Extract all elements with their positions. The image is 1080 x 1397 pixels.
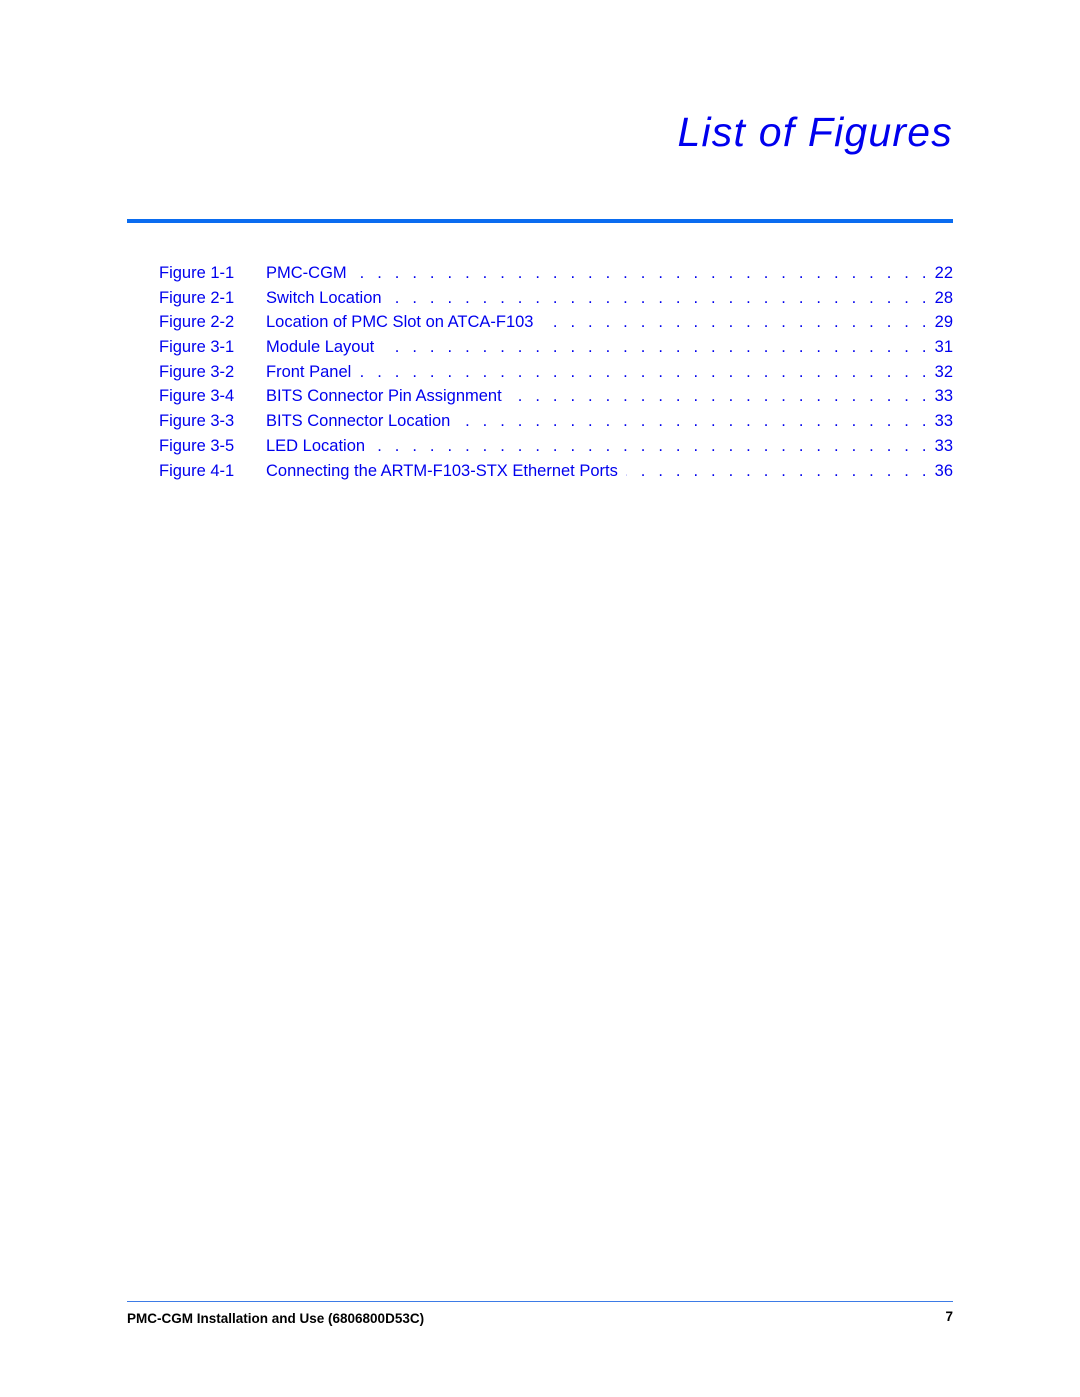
dot-leader: . . . . . . . . . . . . . . . . . . . . … <box>542 313 931 332</box>
dot-leader: . . . . . . . . . . . . . . . . . . . . … <box>355 264 931 282</box>
figure-entry-4-1[interactable]: Figure 4-1 Connecting the ARTM-F103-STX … <box>159 462 953 487</box>
figure-page-number[interactable]: 32 <box>935 363 953 382</box>
figure-page-number[interactable]: 22 <box>935 264 953 283</box>
figure-entry-3-1[interactable]: Figure 3-1 Module Layout . . . . . . . .… <box>159 338 953 363</box>
figure-number[interactable]: Figure 3-4 <box>159 387 266 406</box>
figure-entry-3-4[interactable]: Figure 3-4 BITS Connector Pin Assignment… <box>159 387 953 412</box>
figure-page-number[interactable]: 36 <box>935 462 953 481</box>
figure-number[interactable]: Figure 4-1 <box>159 462 266 481</box>
figure-entry-3-2[interactable]: Figure 3-2 Front Panel . . . . . . . . .… <box>159 363 953 388</box>
figure-entry-3-3[interactable]: Figure 3-3 BITS Connector Location . . .… <box>159 412 953 437</box>
figure-title[interactable]: Module Layout <box>266 338 382 357</box>
dot-leader: . . . . . . . . . . . . . . . . . . . . … <box>458 412 931 431</box>
figure-number[interactable]: Figure 3-5 <box>159 437 266 456</box>
figure-page-number[interactable]: 33 <box>935 437 953 456</box>
dot-leader: . . . . . . . . . . . . . . . . . . . . … <box>373 436 931 455</box>
footer-rule <box>127 1301 953 1302</box>
figure-page-number[interactable]: 29 <box>935 313 953 332</box>
figure-entry-3-5[interactable]: Figure 3-5 LED Location . . . . . . . . … <box>159 437 953 462</box>
figure-number[interactable]: Figure 2-2 <box>159 313 266 332</box>
figure-number[interactable]: Figure 3-1 <box>159 338 266 357</box>
dot-leader: . . . . . . . . . . . . . . . . . . . . … <box>510 387 931 406</box>
figure-entry-2-2[interactable]: Figure 2-2 Location of PMC Slot on ATCA-… <box>159 313 953 338</box>
figure-title[interactable]: Location of PMC Slot on ATCA-F103 <box>266 313 542 332</box>
figure-title[interactable]: Front Panel <box>266 363 359 382</box>
figure-title[interactable]: BITS Connector Location <box>266 412 458 431</box>
footer-page-number: 7 <box>945 1309 953 1324</box>
figure-page-number[interactable]: 33 <box>935 387 953 406</box>
figure-page-number[interactable]: 31 <box>935 338 953 357</box>
page-title: List of Figures <box>677 109 953 155</box>
dot-leader: . . . . . . . . . . . . . . . . . . . . … <box>382 338 931 357</box>
figure-title[interactable]: PMC-CGM <box>266 264 355 283</box>
figure-page-number[interactable]: 28 <box>935 289 953 308</box>
figure-number[interactable]: Figure 1-1 <box>159 264 266 283</box>
figure-title[interactable]: LED Location <box>266 437 373 456</box>
figure-title[interactable]: Switch Location <box>266 289 390 308</box>
figure-title[interactable]: BITS Connector Pin Assignment <box>266 387 510 406</box>
title-rule <box>127 219 953 223</box>
dot-leader: . . . . . . . . . . . . . . . . . . . . … <box>359 362 931 381</box>
dot-leader: . . . . . . . . . . . . . . . . . . . . … <box>390 288 931 307</box>
figure-number[interactable]: Figure 2-1 <box>159 289 266 308</box>
dot-leader: . . . . . . . . . . . . . . . . . . . . … <box>626 461 931 480</box>
list-of-figures: Figure 1-1 PMC-CGM . . . . . . . . . . .… <box>159 264 953 486</box>
figure-page-number[interactable]: 33 <box>935 412 953 431</box>
figure-number[interactable]: Figure 3-2 <box>159 363 266 382</box>
figure-title[interactable]: Connecting the ARTM-F103-STX Ethernet Po… <box>266 462 626 481</box>
figure-entry-1-1[interactable]: Figure 1-1 PMC-CGM . . . . . . . . . . .… <box>159 264 953 289</box>
figure-number[interactable]: Figure 3-3 <box>159 412 266 431</box>
figure-entry-2-1[interactable]: Figure 2-1 Switch Location . . . . . . .… <box>159 289 953 314</box>
footer-document-title: PMC-CGM Installation and Use (6806800D53… <box>127 1311 425 1326</box>
